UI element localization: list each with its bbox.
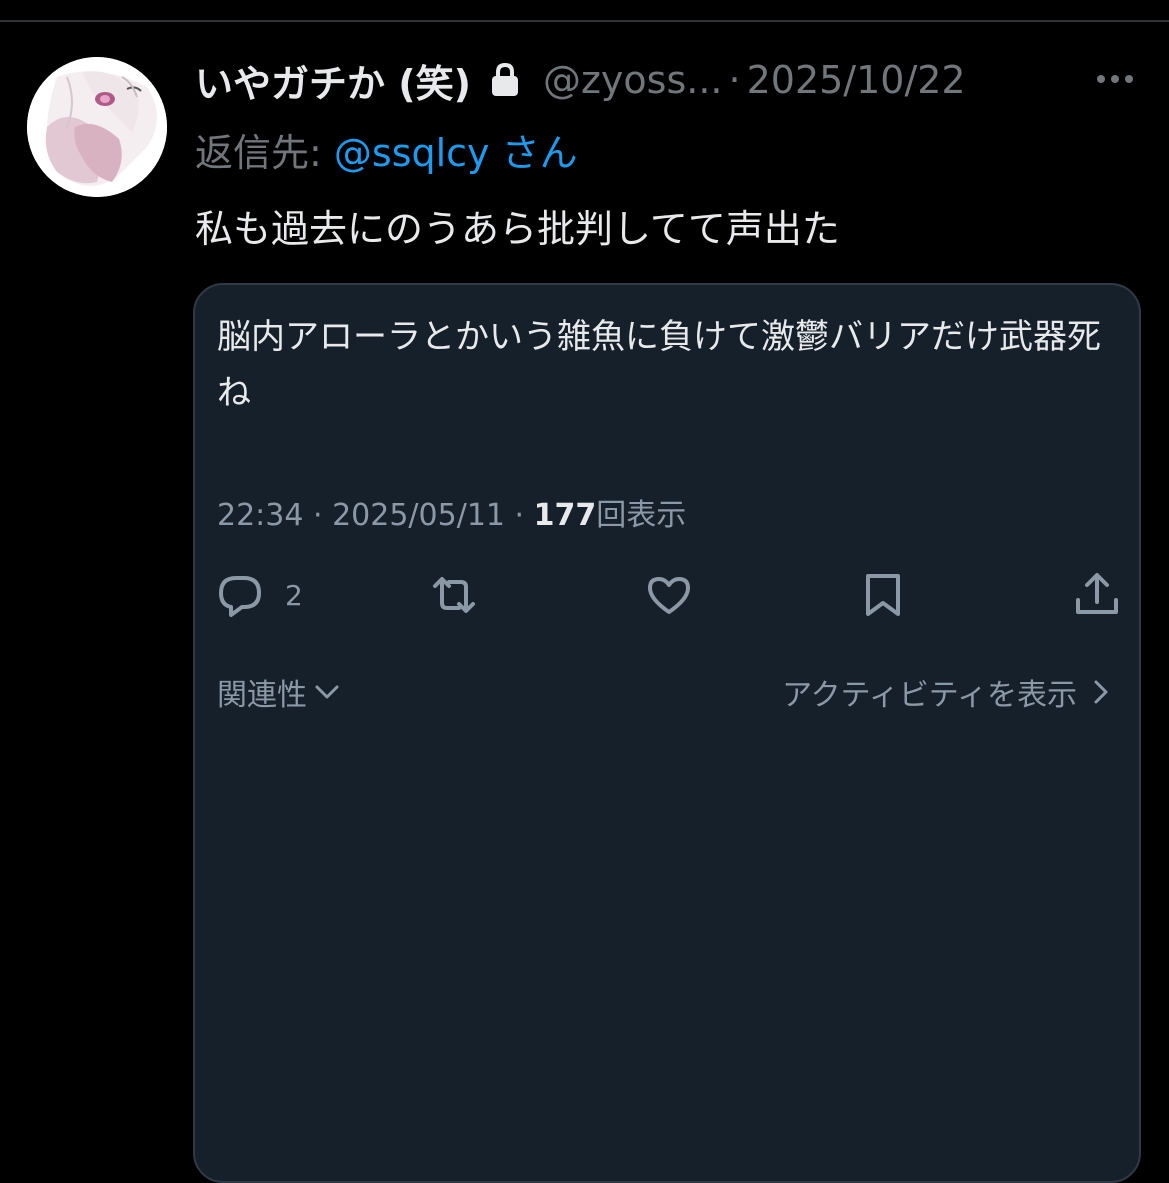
action-bar: 2 — [195, 565, 1143, 625]
reply-prefix: 返信先: — [195, 131, 334, 175]
views-label: 回表示 — [596, 498, 687, 533]
share-icon — [1076, 573, 1118, 614]
reply-context: 返信先: @ssqlcy さん — [195, 122, 578, 177]
avatar[interactable] — [27, 57, 167, 197]
views-count: 177 — [533, 498, 597, 533]
sort-label: 関連性 — [217, 678, 307, 713]
quoted-post-text: 脳内アローラとかいう雑魚に負けて激鬱バリアだけ武器死ね — [217, 317, 1101, 413]
meta-separator: · — [303, 498, 333, 533]
user-handle[interactable]: @zyoss... — [543, 58, 723, 102]
sort-dropdown[interactable]: 関連性 — [217, 670, 341, 714]
post-text: 私も過去にのうあら批判してて声出た — [195, 207, 840, 251]
chevron-down-icon — [315, 685, 339, 699]
bookmark-button[interactable] — [858, 565, 908, 625]
quoted-post-meta: 22:34 · 2025/05/11 · 177回表示 — [217, 490, 686, 534]
top-divider — [0, 20, 1169, 22]
reply-count: 2 — [285, 578, 303, 612]
quoted-post-card[interactable]: 脳内アローラとかいう雑魚に負けて激鬱バリアだけ武器死ね 22:34 · 2025… — [193, 283, 1141, 1183]
reply-mention-link[interactable]: @ssqlcy — [334, 131, 490, 175]
reply-icon — [219, 576, 261, 617]
more-icon[interactable] — [1093, 62, 1137, 96]
heart-icon — [648, 577, 690, 614]
lock-icon — [489, 62, 521, 98]
meta-separator: · — [505, 498, 534, 533]
post-header: いやガチか (笑) @zyoss... · 2025/10/22 — [195, 52, 1135, 108]
like-button[interactable] — [644, 565, 694, 625]
reply-suffix: さん — [489, 131, 578, 175]
quoted-post-date: 2025/05/11 — [332, 498, 505, 533]
share-button[interactable] — [1072, 565, 1122, 625]
bookmark-icon — [866, 574, 900, 616]
reply-button[interactable]: 2 — [215, 565, 303, 625]
display-name[interactable]: いやガチか (笑) — [195, 53, 471, 108]
retweet-button[interactable] — [429, 565, 479, 625]
header-separator: · — [728, 58, 741, 102]
quoted-post-time: 22:34 — [217, 498, 304, 533]
view-activity-link[interactable]: アクティビティを表示 — [782, 670, 1113, 714]
chevron-right-icon — [1094, 680, 1108, 704]
retweet-icon — [433, 577, 475, 613]
activity-label: アクティビティを表示 — [782, 678, 1077, 713]
avatar-image — [27, 57, 167, 197]
post-date[interactable]: 2025/10/22 — [747, 58, 966, 102]
